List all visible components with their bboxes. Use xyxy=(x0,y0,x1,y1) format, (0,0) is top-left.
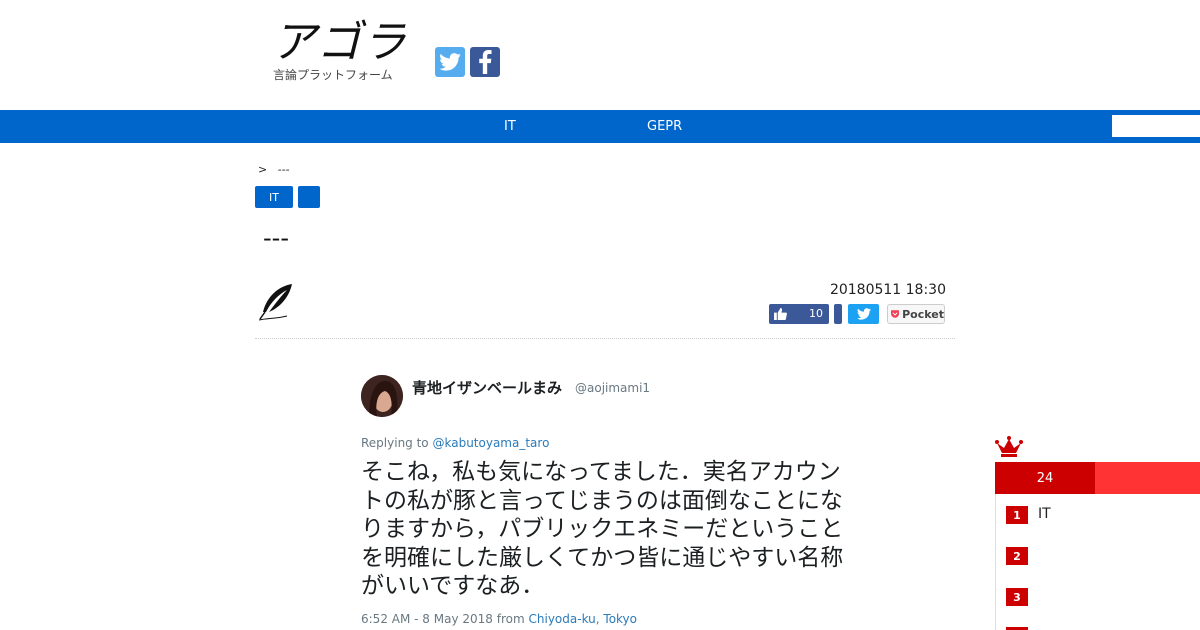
facebook-follow-button[interactable] xyxy=(470,47,500,77)
like-count: 10 xyxy=(809,307,823,320)
pocket-icon xyxy=(891,310,900,318)
tweet-author-handle[interactable]: @aojimami1 xyxy=(575,381,650,395)
tweet-location-pref[interactable]: Tokyo xyxy=(603,612,637,626)
avatar[interactable] xyxy=(361,375,403,417)
facebook-like-button[interactable]: 10 xyxy=(769,304,829,324)
ranking-tab-24h[interactable]: 24 xyxy=(995,462,1095,494)
ranking-badge: 1 xyxy=(1006,506,1028,524)
twitter-follow-button[interactable] xyxy=(435,47,465,77)
tweet-location-city[interactable]: Chiyoda-ku xyxy=(529,612,596,626)
tweet-from-label: from xyxy=(496,612,525,626)
breadcrumb-separator: > xyxy=(258,163,268,176)
breadcrumb-current: --- xyxy=(277,163,290,176)
ranking-badge: 3 xyxy=(1006,588,1028,606)
facebook-icon xyxy=(479,50,492,74)
tweet-author-name[interactable]: 青地イザンベールまみ xyxy=(412,377,562,398)
site-logo-subtitle: 言論プラットフォーム xyxy=(273,68,393,82)
category-tag[interactable] xyxy=(298,186,320,208)
article-title: --- xyxy=(263,224,289,252)
search-input[interactable] xyxy=(1112,115,1200,137)
reply-to-link[interactable]: @kabutoyama_taro xyxy=(432,436,549,450)
tweet-text: そこね，私も気になってました．実名アカウントの私が豚と言ってじまうのは面倒なこと… xyxy=(361,459,844,599)
crown-icon xyxy=(995,436,1023,462)
tweet-meta: 6:52 AM - 8 May 2018 from Chiyoda-ku, To… xyxy=(361,612,637,626)
twitter-icon xyxy=(439,53,461,71)
section-divider xyxy=(255,338,955,339)
publish-date: 20180511 18:30 xyxy=(829,282,946,298)
tweet-reply-context: Replying to @kabutoyama_taro xyxy=(361,436,549,450)
facebook-share-button[interactable] xyxy=(834,304,842,324)
nav-item-gepr[interactable]: GEPR xyxy=(647,119,682,134)
breadcrumb: > --- xyxy=(258,163,290,176)
ranking-tab-secondary[interactable] xyxy=(1095,462,1200,494)
category-tag-it[interactable]: IT xyxy=(255,186,293,208)
tweet-location-separator: , xyxy=(595,612,600,626)
nav-item-it[interactable]: IT xyxy=(504,119,516,134)
thumbs-up-icon xyxy=(774,308,787,320)
pocket-save-button[interactable]: Pocket xyxy=(887,304,945,324)
tweet-time[interactable]: 6:52 AM - 8 May 2018 xyxy=(361,612,493,626)
site-logo[interactable]: アゴラ xyxy=(272,18,407,68)
feather-quill-icon xyxy=(257,282,295,326)
pocket-label: Pocket xyxy=(902,307,944,321)
tweet-share-button[interactable] xyxy=(848,304,879,324)
reply-prefix: Replying to xyxy=(361,436,429,450)
twitter-icon xyxy=(856,308,871,320)
ranking-badge: 2 xyxy=(1006,547,1028,565)
ranking-item-label[interactable]: IT xyxy=(1038,506,1051,522)
main-nav xyxy=(0,110,1200,143)
